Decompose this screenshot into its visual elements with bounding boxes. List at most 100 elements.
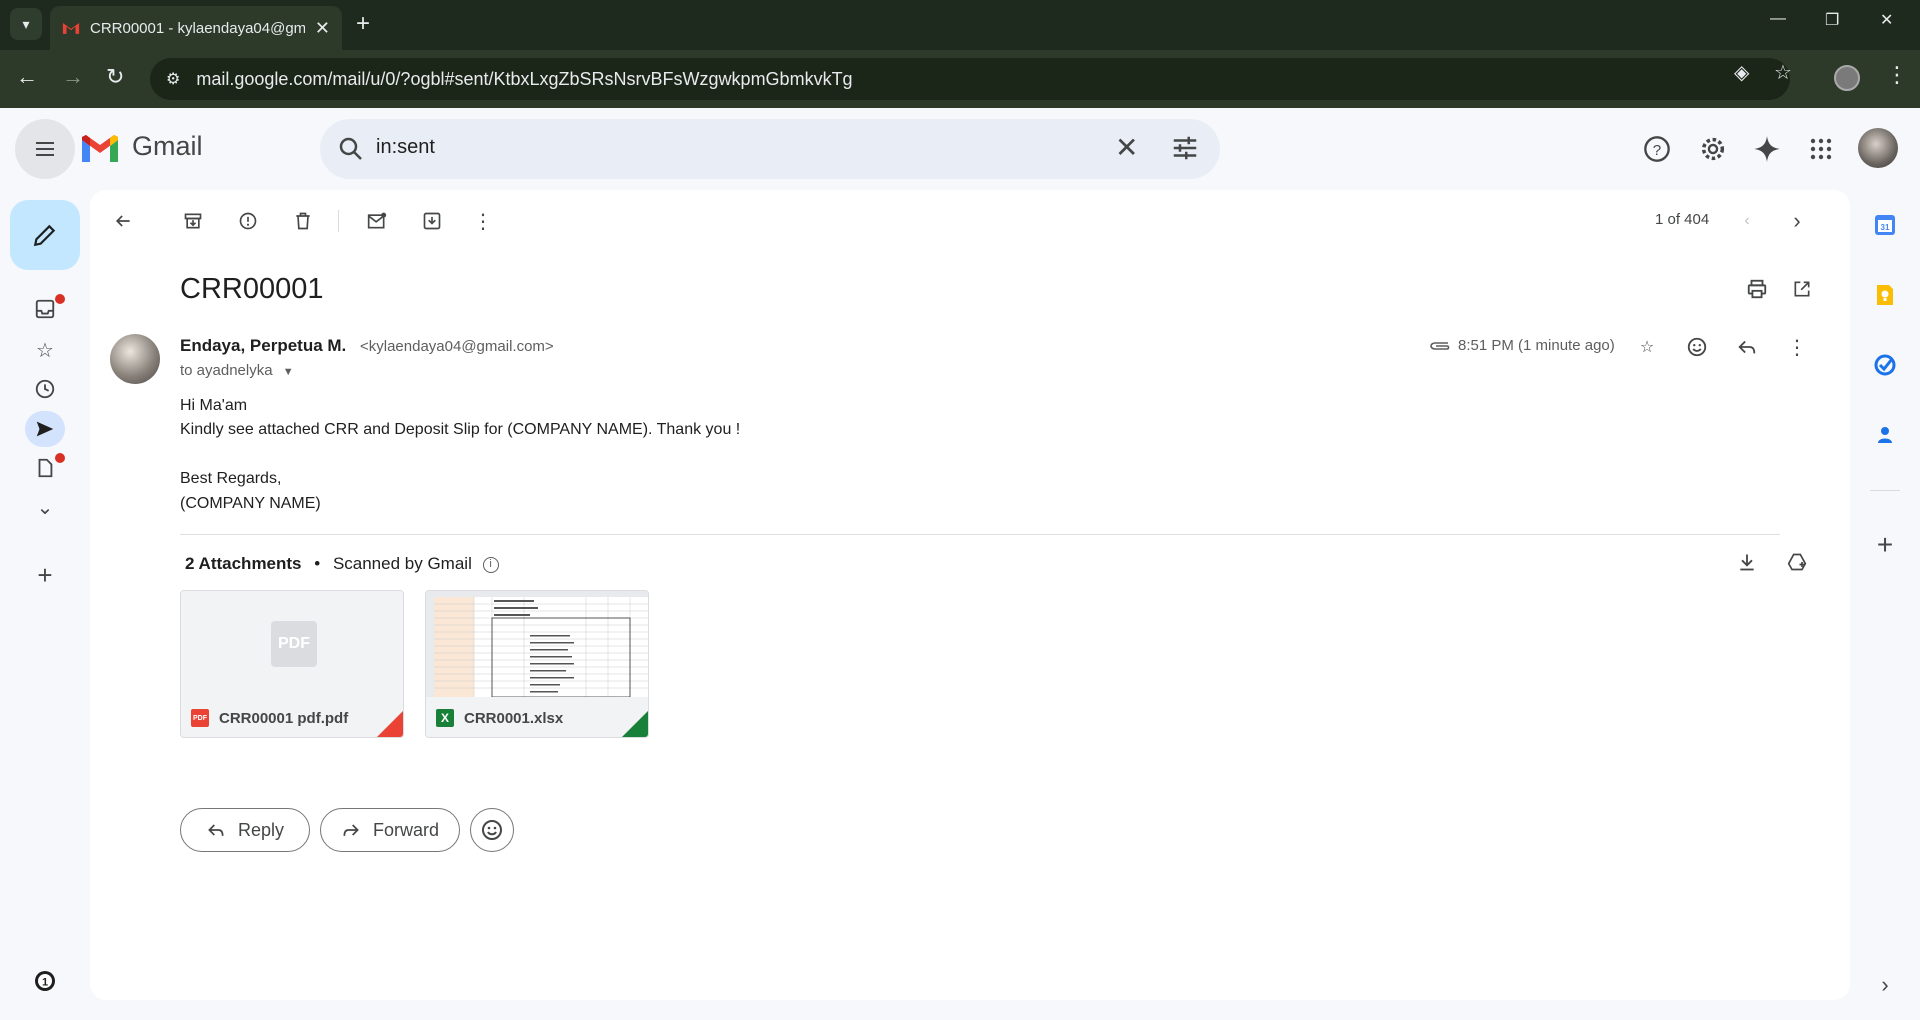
reply-label: Reply [237, 819, 285, 840]
settings-gear-icon[interactable] [1698, 134, 1728, 164]
forward-button[interactable]: Forward [320, 808, 460, 852]
tab-search-button[interactable]: ▾ [10, 8, 42, 40]
forward-label: Forward [372, 819, 439, 840]
star-icon[interactable]: ☆ [30, 335, 60, 365]
emoji-reaction-button[interactable] [470, 808, 514, 852]
inbox-notification-dot [55, 294, 65, 304]
attachment-name-pdf: CRR00001 pdf.pdf [219, 709, 349, 727]
reply-button[interactable]: Reply [180, 808, 310, 852]
sender-avatar[interactable] [110, 334, 160, 384]
send-icon[interactable] [30, 414, 60, 444]
recipient-details-chevron-icon[interactable]: ▼ [283, 366, 294, 378]
bookmark-star-icon[interactable]: ☆ [1774, 60, 1792, 85]
attachment-name-xlsx: CRR0001.xlsx [464, 709, 564, 727]
recipient-text: to ayadnelyka [180, 362, 273, 379]
pdf-thumbnail: PDF [181, 591, 403, 697]
new-tab-button[interactable]: + [356, 10, 370, 38]
close-window-icon[interactable]: ✕ [1880, 10, 1893, 30]
plus-icon[interactable]: + [30, 560, 60, 590]
browser-tab[interactable]: CRR00001 - kylaendaya04@gmail.com ✕ [50, 6, 342, 50]
tasks-icon[interactable] [1870, 350, 1900, 380]
hamburger-icon [36, 142, 54, 156]
forward-arrow-icon [343, 824, 359, 836]
attachment-card-pdf[interactable]: PDF PDF CRR00001 pdf.pdf [180, 590, 404, 738]
print-icon[interactable] [1742, 274, 1772, 304]
info-icon[interactable]: i [482, 556, 499, 573]
site-info-icon[interactable]: ⚙ [166, 69, 180, 89]
star-message-icon[interactable]: ☆ [1632, 332, 1662, 362]
support-icon[interactable]: 1 [30, 966, 60, 996]
next-message-icon[interactable]: › [1782, 206, 1812, 236]
browser-menu-icon[interactable]: ⋮ [1886, 62, 1908, 88]
reload-icon[interactable]: ↻ [106, 64, 124, 90]
get-addons-plus-icon[interactable]: + [1870, 529, 1900, 560]
pdf-file-icon: PDF [191, 709, 209, 727]
main-menu-button[interactable] [15, 119, 75, 179]
draft-notification-dot [55, 453, 65, 463]
attachment-clip-icon [1430, 342, 1450, 350]
smiley-icon [482, 820, 502, 840]
reply-icon[interactable] [1732, 332, 1762, 362]
xlsx-corner-fold [622, 711, 648, 737]
browser-profile-avatar[interactable] [1834, 65, 1860, 91]
sender-name[interactable]: Endaya, Perpetua M. [180, 336, 346, 356]
clock-icon[interactable] [30, 374, 60, 404]
save-to-drive-icon[interactable] [1782, 547, 1812, 577]
pencil-icon [33, 224, 56, 247]
attachments-divider [180, 534, 1780, 535]
recipient-line[interactable]: to ayadnelyka ▼ [180, 362, 294, 379]
reply-arrow-icon [208, 824, 224, 836]
spreadsheet-preview-icon [426, 591, 648, 698]
gmail-wordmark[interactable]: Gmail [132, 131, 203, 162]
gmail-logo-icon[interactable] [80, 134, 120, 164]
forward-icon[interactable]: → [62, 64, 84, 90]
back-icon[interactable]: ← [16, 64, 38, 90]
attachments-count: 2 Attachments [185, 554, 302, 573]
search-input[interactable] [376, 136, 976, 159]
message-view: ⋮ 1 of 404 ‹ › CRR00001 Endaya, Perpetua… [90, 190, 1850, 1000]
help-icon[interactable]: ? [1642, 134, 1672, 164]
compose-button[interactable] [10, 200, 80, 270]
pdf-thumbnail-label: PDF [271, 621, 317, 667]
report-spam-icon[interactable] [233, 206, 263, 236]
apps-grid-icon[interactable] [1806, 134, 1836, 164]
search-icon[interactable] [336, 134, 366, 164]
archive-icon[interactable] [178, 206, 208, 236]
move-to-icon[interactable] [417, 206, 447, 236]
body-line-closing: Best Regards, [180, 470, 282, 487]
account-avatar[interactable] [1858, 128, 1898, 168]
contacts-icon[interactable] [1870, 420, 1900, 450]
lens-icon[interactable]: ◈ [1734, 60, 1749, 85]
url-text: mail.google.com/mail/u/0/?ogbl#sent/Ktbx… [196, 68, 853, 89]
xlsx-file-icon: X [436, 709, 454, 727]
email-subject: CRR00001 [180, 273, 324, 305]
tab-close-icon[interactable]: ✕ [315, 18, 330, 39]
message-more-icon[interactable]: ⋮ [1782, 332, 1812, 362]
attachment-card-xlsx[interactable]: X CRR0001.xlsx [425, 590, 649, 738]
previous-message-icon[interactable]: ‹ [1732, 206, 1762, 236]
svg-text:31: 31 [1881, 223, 1890, 232]
chevron-down-icon[interactable]: ⌄ [30, 492, 60, 522]
restore-icon[interactable]: ❐ [1825, 10, 1839, 30]
xlsx-thumbnail [426, 591, 648, 698]
back-to-list-icon[interactable] [108, 206, 138, 236]
clear-search-icon[interactable]: ✕ [1115, 131, 1138, 164]
more-options-icon[interactable]: ⋮ [468, 206, 498, 236]
open-new-window-icon[interactable] [1787, 274, 1817, 304]
omnibox[interactable]: ⚙ mail.google.com/mail/u/0/?ogbl#sent/Kt… [150, 58, 1790, 100]
mark-unread-icon[interactable] [362, 206, 392, 236]
expand-side-panel-icon[interactable]: › [1870, 970, 1900, 1000]
address-bar-row: ← → ↻ ⚙ mail.google.com/mail/u/0/?ogbl#s… [0, 50, 1920, 108]
attachment-footer-xlsx: X CRR0001.xlsx [426, 697, 648, 737]
add-reaction-icon[interactable] [1682, 332, 1712, 362]
keep-icon[interactable] [1870, 280, 1900, 310]
download-all-icon[interactable] [1732, 547, 1762, 577]
minimize-icon[interactable]: — [1770, 10, 1786, 28]
pager-text: 1 of 404 [1655, 211, 1710, 228]
gemini-sparkle-icon[interactable] [1752, 134, 1782, 164]
search-options-icon[interactable] [1170, 133, 1200, 163]
toolbar-divider [338, 210, 339, 232]
calendar-icon[interactable]: 31 [1870, 210, 1900, 240]
tab-title: CRR00001 - kylaendaya04@gmail.com [90, 19, 305, 37]
delete-trash-icon[interactable] [288, 206, 318, 236]
